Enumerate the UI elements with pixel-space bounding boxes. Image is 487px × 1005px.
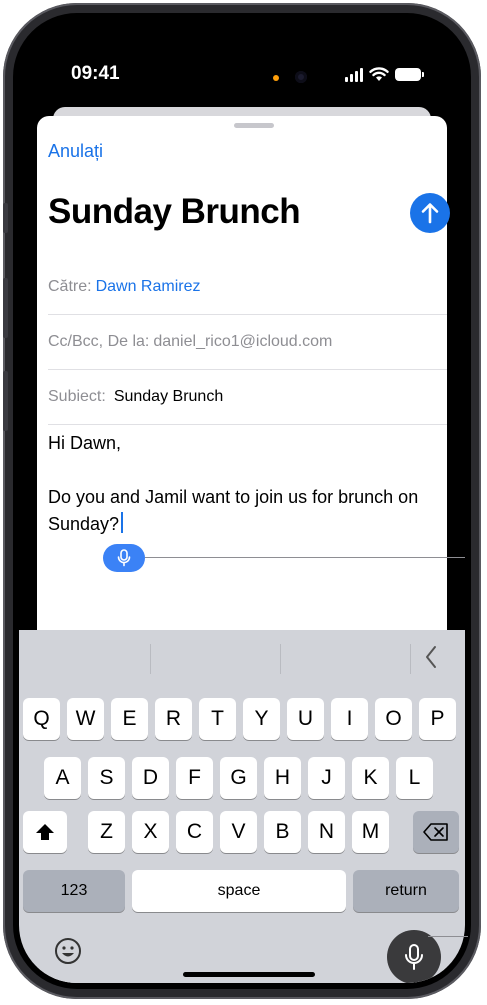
dictation-mic-icon	[117, 549, 131, 567]
body-greeting: Hi Dawn,	[48, 433, 122, 453]
numbers-key[interactable]: 123	[23, 870, 125, 912]
screen: 09:41 Anulați Sunday Brunch Către: Dawn …	[19, 19, 465, 983]
to-field[interactable]: Către: Dawn Ramirez	[48, 260, 447, 315]
dictation-mic-icon	[405, 944, 423, 970]
body-line-1: Do you and Jamil want to join us for bru…	[48, 487, 419, 507]
keyboard: QWERTYUIOP ASDFGHJKL ZXCVBNM 123 space r…	[19, 630, 465, 983]
shift-icon	[36, 824, 54, 840]
phone-frame: 09:41 Anulați Sunday Brunch Către: Dawn …	[3, 3, 481, 999]
phone-bezel: 09:41 Anulați Sunday Brunch Către: Dawn …	[13, 13, 471, 989]
key-f[interactable]: F	[176, 757, 213, 799]
space-key[interactable]: space	[132, 870, 346, 912]
dictation-button[interactable]	[387, 930, 441, 983]
suggestion-divider	[280, 644, 281, 674]
delete-icon	[423, 823, 448, 841]
cancel-button[interactable]: Anulați	[48, 141, 103, 162]
key-a[interactable]: A	[44, 757, 81, 799]
key-y[interactable]: Y	[243, 698, 280, 740]
send-arrow-icon	[421, 203, 439, 224]
home-indicator[interactable]	[183, 972, 315, 977]
key-w[interactable]: W	[67, 698, 104, 740]
key-k[interactable]: K	[352, 757, 389, 799]
suggestion-divider	[410, 644, 411, 674]
callout-line	[145, 557, 465, 558]
wifi-icon	[369, 67, 389, 81]
suggestion-divider	[150, 644, 151, 674]
body-line-2: Sunday?	[48, 514, 120, 534]
from-address[interactable]: daniel_rico1@icloud.com	[153, 333, 332, 351]
dictation-indicator[interactable]	[103, 544, 145, 572]
key-t[interactable]: T	[199, 698, 236, 740]
key-v[interactable]: V	[220, 811, 257, 853]
message-body[interactable]: Hi Dawn, Do you and Jamil want to join u…	[48, 430, 443, 538]
key-i[interactable]: I	[331, 698, 368, 740]
send-button[interactable]	[410, 193, 450, 233]
key-b[interactable]: B	[264, 811, 301, 853]
key-n[interactable]: N	[308, 811, 345, 853]
key-e[interactable]: E	[111, 698, 148, 740]
delete-key[interactable]	[413, 811, 459, 853]
sheet-grabber[interactable]	[234, 123, 274, 128]
key-l[interactable]: L	[396, 757, 433, 799]
status-time: 09:41	[71, 63, 120, 84]
return-key[interactable]: return	[353, 870, 459, 912]
volume-down-button	[3, 371, 8, 431]
mic-in-use-indicator	[273, 75, 279, 81]
page-title: Sunday Brunch	[48, 192, 301, 231]
key-j[interactable]: J	[308, 757, 345, 799]
subject-label: Subiect:	[48, 388, 106, 405]
key-z[interactable]: Z	[88, 811, 125, 853]
key-x[interactable]: X	[132, 811, 169, 853]
callout-line	[428, 936, 468, 937]
shift-key[interactable]	[23, 811, 67, 853]
cc-from-field[interactable]: Cc/Bcc, De la: daniel_rico1@icloud.com	[48, 315, 447, 370]
subject-field[interactable]: Subiect: Sunday Brunch	[48, 370, 447, 425]
key-s[interactable]: S	[88, 757, 125, 799]
battery-icon	[395, 68, 424, 81]
key-d[interactable]: D	[132, 757, 169, 799]
front-camera	[295, 71, 307, 83]
key-q[interactable]: Q	[23, 698, 60, 740]
emoji-icon[interactable]	[53, 936, 83, 966]
status-icons	[345, 67, 424, 82]
key-u[interactable]: U	[287, 698, 324, 740]
key-h[interactable]: H	[264, 757, 301, 799]
key-r[interactable]: R	[155, 698, 192, 740]
cellular-signal-icon	[345, 67, 363, 82]
key-g[interactable]: G	[220, 757, 257, 799]
key-p[interactable]: P	[419, 698, 456, 740]
key-o[interactable]: O	[375, 698, 412, 740]
volume-up-button	[3, 278, 8, 338]
text-cursor	[121, 512, 124, 533]
action-button	[3, 203, 8, 233]
key-c[interactable]: C	[176, 811, 213, 853]
key-m[interactable]: M	[352, 811, 389, 853]
cc-from-label: Cc/Bcc, De la:	[48, 333, 150, 350]
dynamic-island	[179, 57, 331, 97]
collapse-chevron-icon[interactable]	[423, 644, 439, 670]
subject-value[interactable]: Sunday Brunch	[114, 388, 223, 406]
to-label: Către:	[48, 278, 92, 295]
to-recipient[interactable]: Dawn Ramirez	[96, 278, 201, 296]
